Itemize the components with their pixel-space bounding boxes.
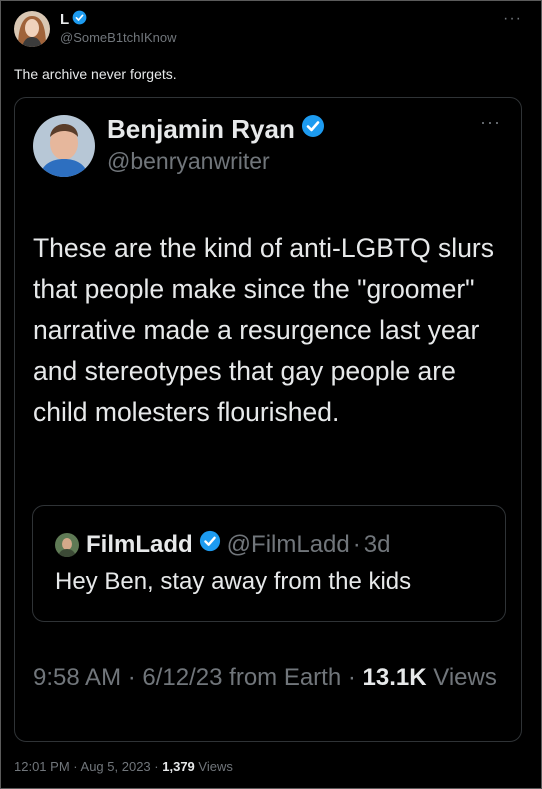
- quoted-time[interactable]: 9:58 AM: [33, 664, 121, 691]
- meta-separator: ·: [73, 759, 78, 774]
- quoted-display-name[interactable]: Benjamin Ryan: [107, 114, 295, 145]
- quoted-views-label: Views: [433, 664, 497, 691]
- nested-age[interactable]: 3d: [364, 531, 391, 559]
- outer-display-name-row[interactable]: L: [60, 10, 87, 29]
- outer-handle[interactable]: @SomeB1tchIKnow: [60, 30, 177, 45]
- outer-tweet-meta: 12:01 PM · Aug 5, 2023 · 1,379 Views: [14, 759, 233, 774]
- outer-avatar[interactable]: [14, 11, 50, 47]
- quoted-tweet-card[interactable]: Benjamin Ryan @benryanwriter ··· These a…: [14, 97, 522, 742]
- outer-display-name[interactable]: L: [60, 11, 69, 28]
- quoted-tweet-meta: 9:58 AM · 6/12/23 from Earth · 13.1K Vie…: [33, 660, 503, 695]
- outer-time[interactable]: 12:01 PM: [14, 759, 70, 774]
- nested-separator: ·: [352, 530, 361, 558]
- meta-separator: ·: [127, 664, 136, 691]
- meta-separator: ·: [154, 759, 159, 774]
- quoted-handle[interactable]: @benryanwriter: [107, 148, 270, 175]
- nested-quote-text: Hey Ben, stay away from the kids: [55, 568, 412, 595]
- verified-badge-icon: [199, 530, 221, 559]
- more-options-icon[interactable]: ···: [480, 112, 501, 133]
- meta-separator: ·: [347, 664, 356, 691]
- more-options-icon[interactable]: ···: [503, 10, 522, 28]
- nested-display-name[interactable]: FilmLadd: [86, 531, 193, 559]
- outer-views-label: Views: [198, 759, 233, 774]
- nested-handle[interactable]: @FilmLadd: [227, 531, 350, 559]
- outer-views-count[interactable]: 1,379: [162, 759, 195, 774]
- verified-badge-icon: [301, 114, 325, 145]
- nested-avatar[interactable]: [55, 532, 79, 557]
- nested-quote-header: FilmLadd @FilmLadd · 3d: [55, 530, 390, 559]
- quoted-avatar[interactable]: [33, 115, 95, 177]
- nested-quote-card[interactable]: FilmLadd @FilmLadd · 3d Hey Ben, stay aw…: [32, 505, 506, 622]
- quoted-views-count[interactable]: 13.1K: [363, 664, 427, 691]
- outer-date[interactable]: Aug 5, 2023: [81, 759, 151, 774]
- quoted-tweet-body: These are the kind of anti-LGBTQ slurs t…: [33, 233, 495, 427]
- quoted-display-name-row[interactable]: Benjamin Ryan: [107, 114, 325, 145]
- quoted-source: from Earth: [229, 664, 342, 691]
- outer-tweet-text: The archive never forgets.: [14, 66, 177, 82]
- quoted-date[interactable]: 6/12/23: [142, 664, 222, 691]
- verified-badge-icon: [72, 10, 87, 29]
